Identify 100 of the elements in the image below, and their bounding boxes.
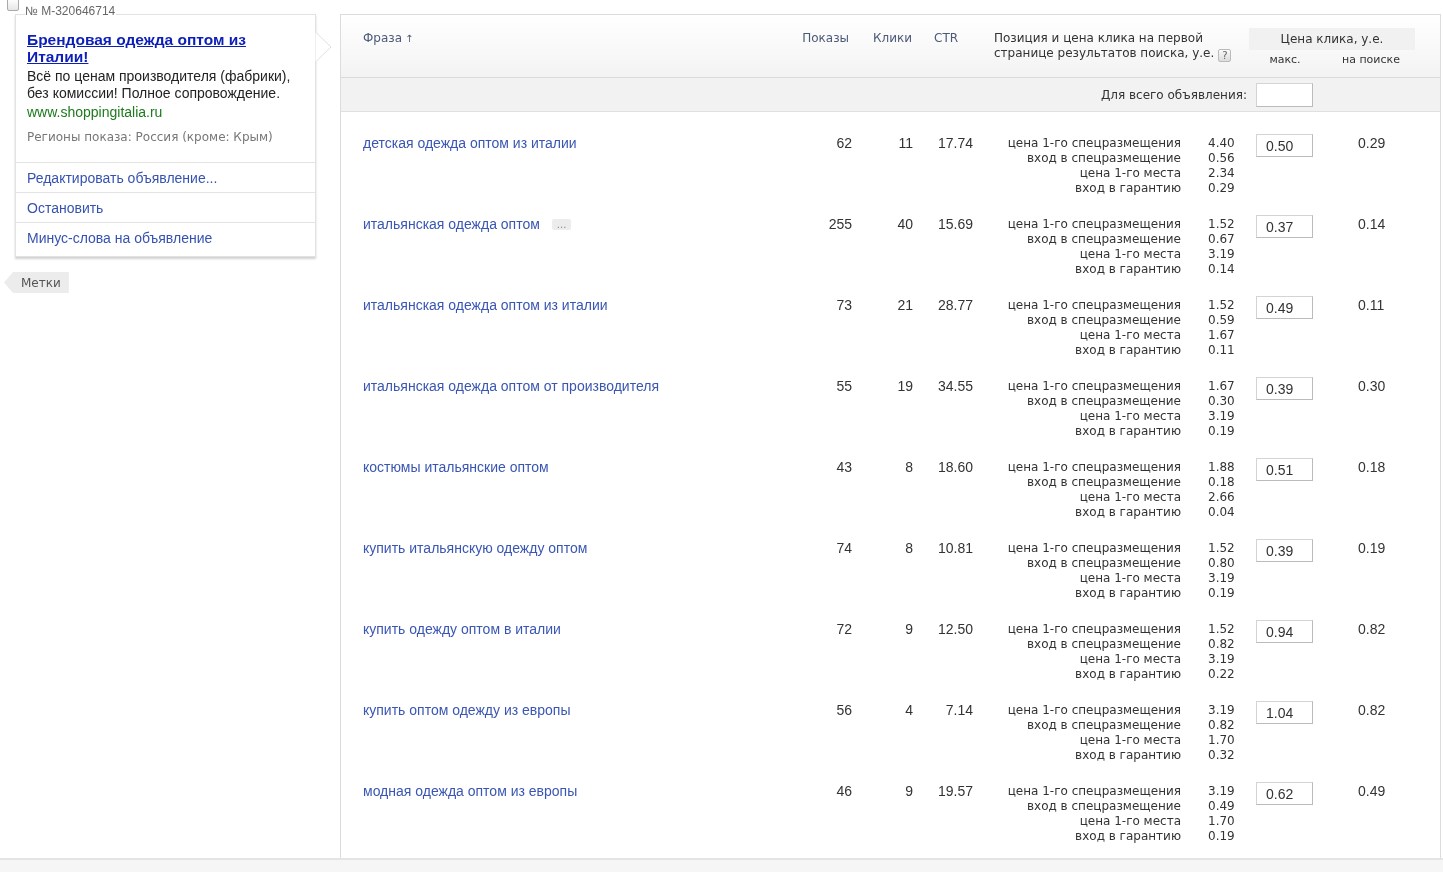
position-label: вход в спецразмещение (1027, 637, 1181, 652)
ctr-cell: 10.81 (937, 541, 973, 556)
position-value: 0.59 (1208, 313, 1235, 328)
position-value: 0.32 (1208, 748, 1235, 763)
position-value: 0.56 (1208, 151, 1235, 166)
ad-regions: Регионы показа: Россия (кроме: Крым) (27, 129, 274, 145)
position-value: 1.52 (1208, 622, 1235, 637)
bid-input[interactable]: 1.04 (1256, 701, 1313, 724)
position-value: 0.19 (1208, 424, 1235, 439)
position-value: 0.22 (1208, 667, 1235, 682)
ctr-cell: 7.14 (945, 703, 973, 718)
ctr-cell: 28.77 (937, 298, 973, 313)
column-group-header: Цена клика, у.е. (1249, 28, 1415, 50)
bid-input[interactable]: 0.37 (1256, 215, 1313, 238)
phrase-link[interactable]: костюмы итальянские оптом (363, 460, 549, 475)
bid-input[interactable]: 0.51 (1256, 458, 1313, 481)
position-value: 0.82 (1208, 718, 1235, 733)
clicks-cell: 40 (897, 217, 913, 232)
position-value: 1.70 (1208, 814, 1235, 829)
position-label: цена 1-го спецразмещения (1007, 541, 1181, 556)
position-value: 0.30 (1208, 394, 1235, 409)
impressions-cell: 73 (836, 298, 852, 313)
impressions-cell: 72 (836, 622, 852, 637)
position-value: 0.04 (1208, 505, 1235, 520)
position-label: цена 1-го спецразмещения (1007, 622, 1181, 637)
column-header-link[interactable]: Клики (872, 31, 912, 45)
phrase-link[interactable]: купить одежду оптом в италии (363, 622, 561, 637)
impressions-cell: 56 (836, 703, 852, 718)
position-label: вход в спецразмещение (1027, 394, 1181, 409)
position-value: 3.19 (1208, 247, 1235, 262)
impressions-cell: 62 (836, 136, 852, 151)
search-price-cell: 0.82 (1358, 703, 1386, 718)
bid-input[interactable] (1256, 82, 1313, 107)
column-header-link[interactable]: Показы (802, 31, 849, 45)
impressions-cell: 74 (836, 541, 852, 556)
ctr-cell: 17.74 (937, 136, 973, 151)
position-value: 0.29 (1208, 181, 1235, 196)
bid-input[interactable]: 0.94 (1256, 620, 1313, 643)
clicks-cell: 9 (905, 784, 913, 799)
phrase-link[interactable]: итальянская одежда оптом от производителя (363, 379, 659, 394)
ad-action-link[interactable]: Редактировать объявление... (27, 170, 218, 186)
position-label: вход в гарантию (1075, 181, 1181, 196)
impressions-cell: 55 (836, 379, 852, 394)
position-value: 0.18 (1208, 475, 1235, 490)
clicks-cell: 8 (905, 460, 913, 475)
position-label: цена 1-го спецразмещения (1007, 460, 1181, 475)
tags-button[interactable]: Метки (4, 272, 69, 293)
clicks-cell: 21 (897, 298, 913, 313)
position-label: вход в спецразмещение (1027, 313, 1181, 328)
position-value: 0.67 (1208, 232, 1235, 247)
ad-url: www.shoppingitalia.ru (27, 104, 164, 121)
bid-input[interactable]: 0.62 (1256, 782, 1313, 805)
position-label: вход в спецразмещение (1027, 151, 1181, 166)
ad-title-link[interactable]: Брендовая одежда оптом из Италии! (27, 31, 282, 65)
position-value: 1.67 (1208, 328, 1235, 343)
phrase-link[interactable]: детская одежда оптом из италии (363, 136, 577, 151)
bid-input[interactable]: 0.39 (1256, 539, 1313, 562)
help-button[interactable]: ? (1218, 49, 1232, 62)
position-value: 0.80 (1208, 556, 1235, 571)
bid-input[interactable]: 0.49 (1256, 296, 1313, 319)
position-value: 1.70 (1208, 733, 1235, 748)
ad-action-link[interactable]: Остановить (27, 200, 104, 216)
phrase-link[interactable]: итальянская одежда оптом из италии (363, 298, 608, 313)
all-ad-label: Для всего объявления: (1100, 87, 1247, 102)
search-price-cell: 0.49 (1358, 784, 1386, 799)
position-value: 3.19 (1208, 571, 1235, 586)
position-label: цена 1-го спецразмещения (1007, 136, 1181, 151)
position-value: 0.14 (1208, 262, 1235, 277)
position-value: 0.11 (1208, 343, 1235, 358)
ctr-cell: 12.50 (937, 622, 973, 637)
ctr-cell: 18.60 (937, 460, 973, 475)
sort-header[interactable]: Фраза ↑ (363, 31, 414, 46)
bid-input[interactable]: 0.50 (1256, 134, 1313, 157)
column-header-link[interactable]: CTR (934, 31, 959, 45)
ad-text: Всё по ценам производителя (фабрики), без комиссии! Полное сопровождение. (27, 68, 292, 102)
position-label: вход в гарантию (1075, 424, 1181, 439)
position-label: вход в гарантию (1075, 586, 1181, 601)
position-value: 1.52 (1208, 217, 1235, 232)
checkbox[interactable] (7, 0, 19, 11)
position-label: цена 1-го спецразмещения (1007, 298, 1181, 313)
search-price-cell: 0.82 (1358, 622, 1386, 637)
position-value: 1.52 (1208, 298, 1235, 313)
column-header: макс. (1269, 52, 1301, 67)
phrase-link[interactable]: итальянская одежда оптом (363, 217, 540, 232)
position-value: 2.66 (1208, 490, 1235, 505)
ad-number: № M-320646714 (25, 4, 117, 18)
position-value: 3.19 (1208, 652, 1235, 667)
search-price-cell: 0.14 (1358, 217, 1386, 232)
position-label: цена 1-го спецразмещения (1007, 703, 1181, 718)
position-value: 0.82 (1208, 637, 1235, 652)
position-label: цена 1-го места (1079, 814, 1181, 829)
phrase-link[interactable]: модная одежда оптом из европы (363, 784, 578, 799)
position-label: цена 1-го места (1079, 490, 1181, 505)
ctr-cell: 34.55 (937, 379, 973, 394)
phrase-link[interactable]: купить оптом одежду из европы (363, 703, 571, 718)
phrase-link[interactable]: купить итальянскую одежду оптом (363, 541, 588, 556)
bid-input[interactable]: 0.39 (1256, 377, 1313, 400)
ad-action-link[interactable]: Минус-слова на объявление (27, 230, 213, 246)
position-value: 0.19 (1208, 586, 1235, 601)
clicks-cell: 8 (905, 541, 913, 556)
